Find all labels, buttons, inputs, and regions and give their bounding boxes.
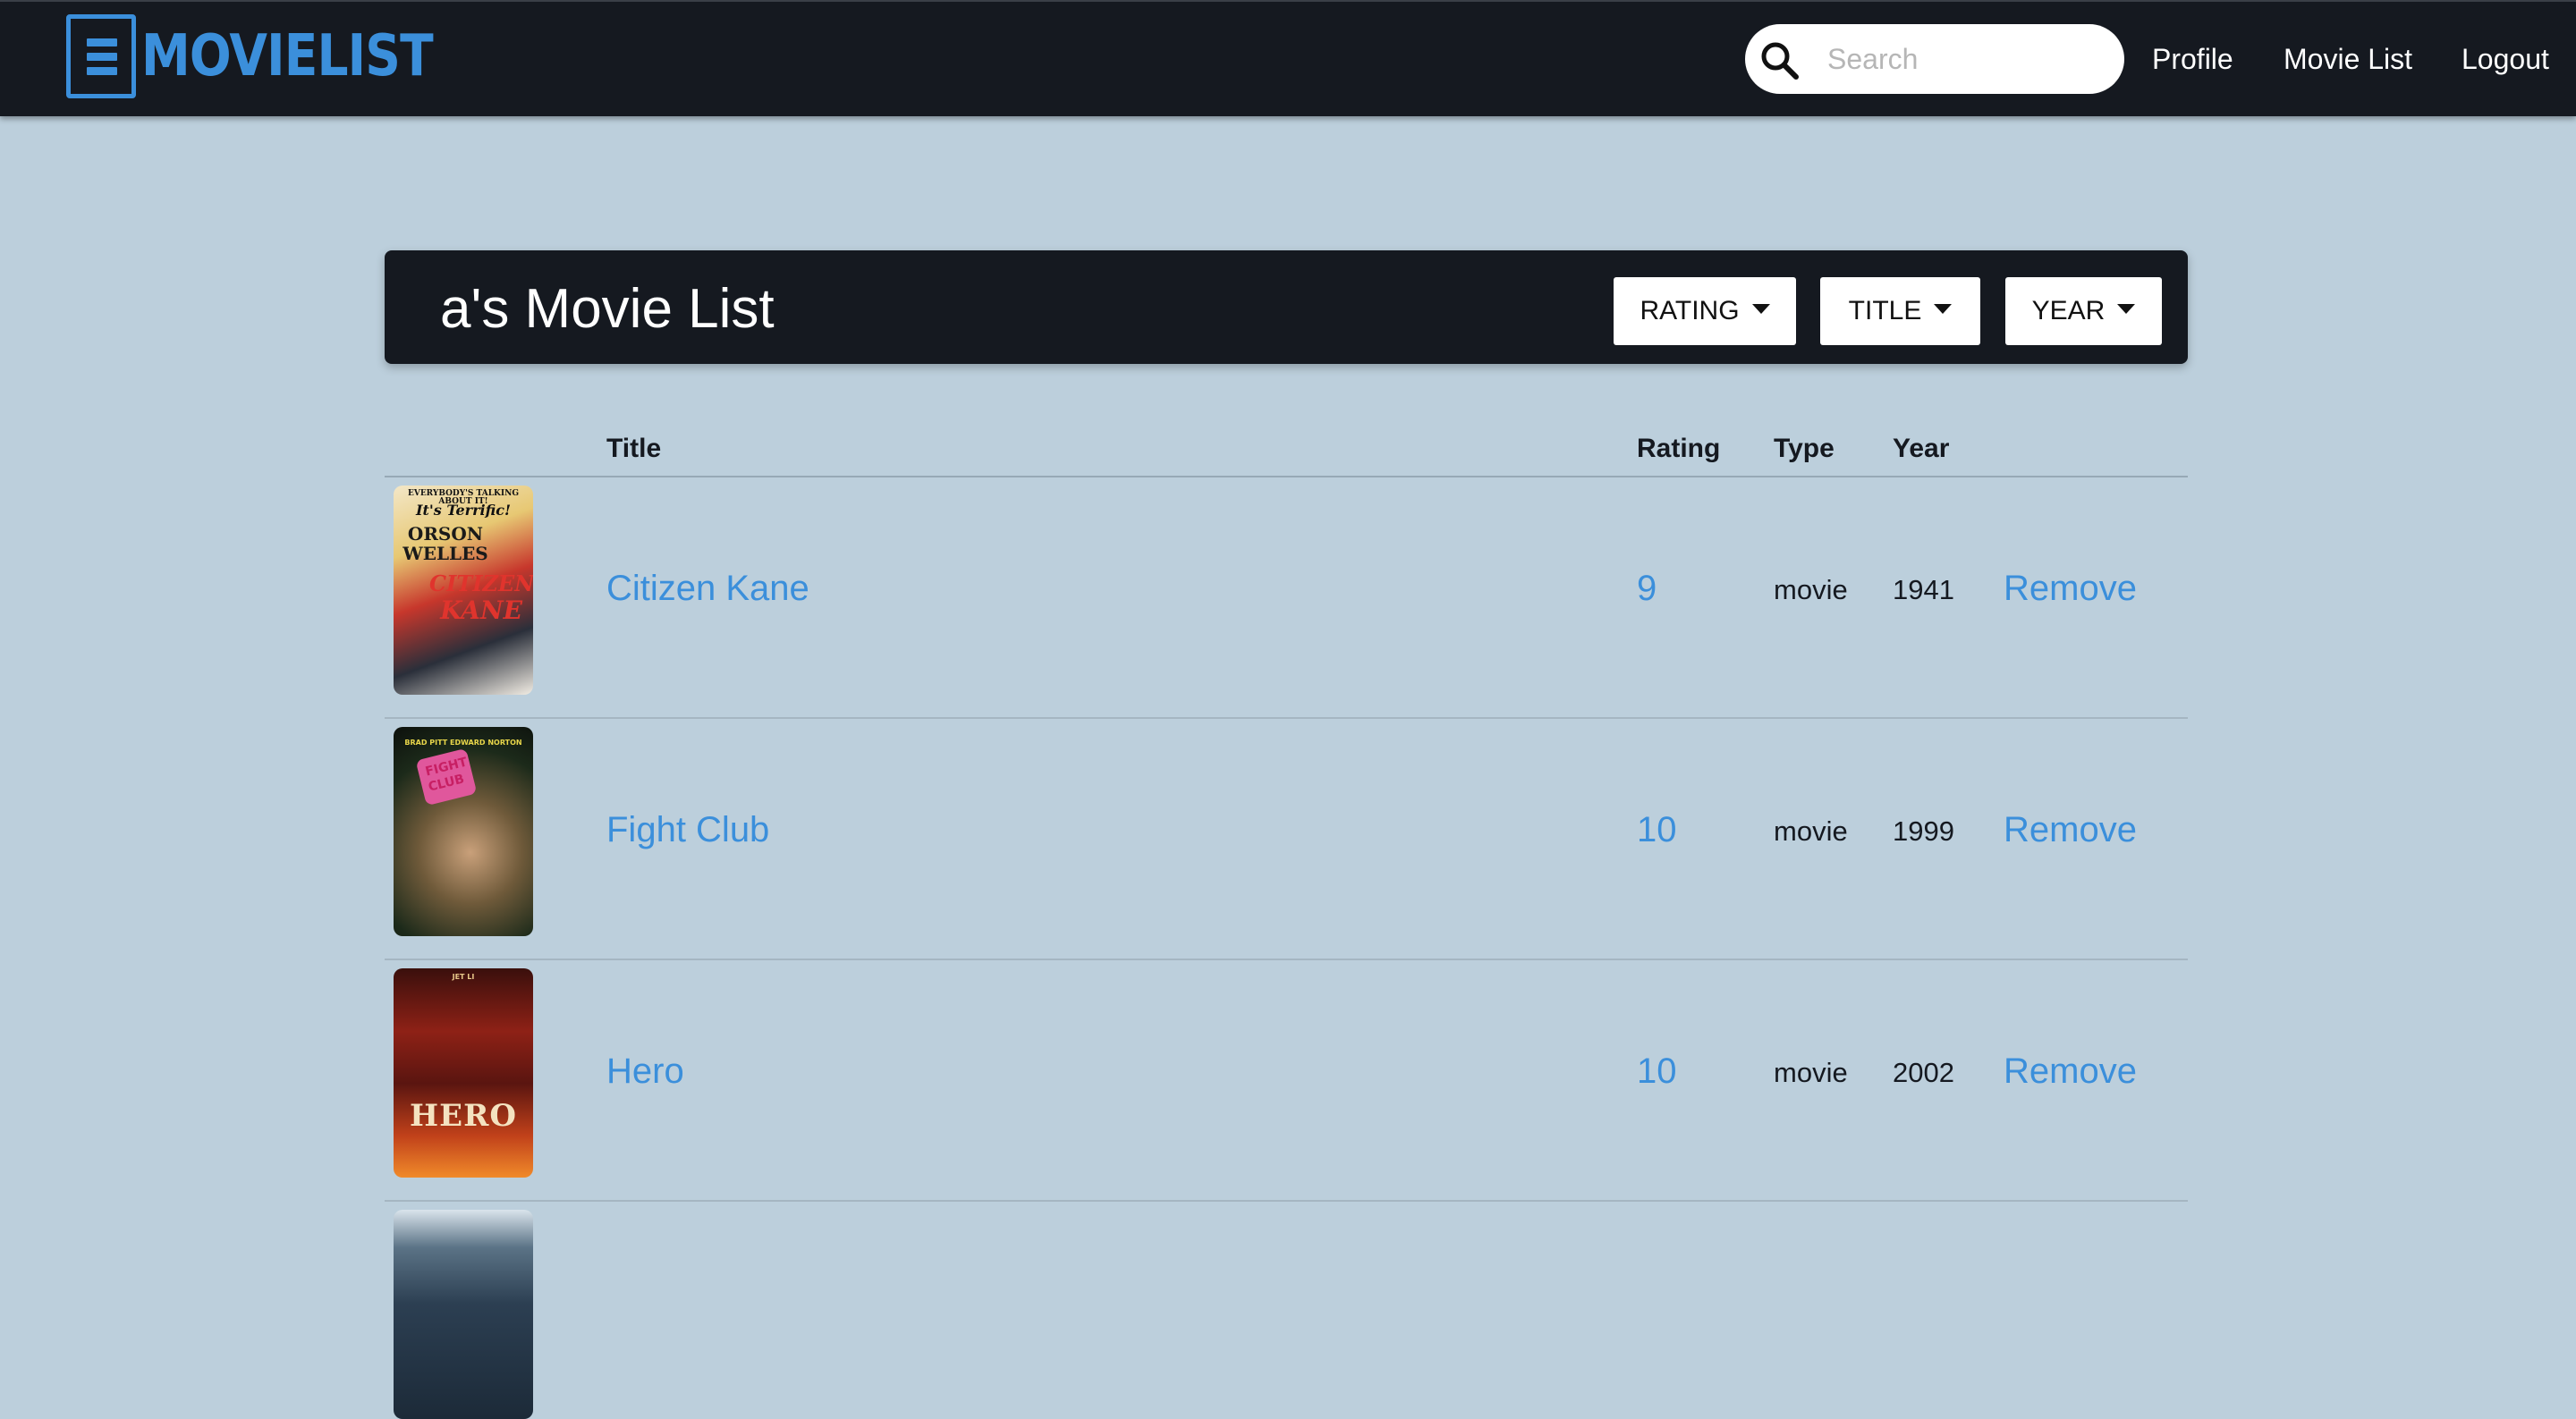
column-header-year[interactable]: Year	[1893, 433, 1949, 465]
brand-name: MOVIELIST	[141, 23, 434, 89]
movie-year: 1941	[1893, 574, 1954, 605]
movie-year: 1999	[1893, 815, 1954, 847]
movie-year: 2002	[1893, 1057, 1954, 1088]
movie-rating[interactable]: 9	[1637, 567, 1657, 610]
search-icon[interactable]	[1759, 40, 1801, 81]
caret-down-icon	[1934, 303, 1953, 314]
movie-rating[interactable]: 10	[1637, 808, 1677, 851]
nav-link-movie-list[interactable]: Movie List	[2284, 41, 2412, 77]
table-row: EVERYBODY'S TALKING ABOUT IT! It's Terri…	[385, 477, 2188, 719]
movie-rating[interactable]: 10	[1637, 1050, 1677, 1093]
table-row: JET LI HERO Hero 10 movie 2002 Remove	[385, 960, 2188, 1202]
movie-title-link[interactable]: Citizen Kane	[606, 567, 809, 610]
sort-year-label: YEAR	[2031, 296, 2106, 325]
page-title: a's Movie List	[440, 278, 775, 340]
sort-rating-label: RATING	[1640, 296, 1740, 325]
movie-poster[interactable]: EVERYBODY'S TALKING ABOUT IT! It's Terri…	[394, 486, 533, 695]
list-header: a's Movie List RATING TITLE YEAR	[385, 250, 2188, 364]
movie-title-link[interactable]: Fight Club	[606, 808, 769, 851]
table-row	[385, 1202, 2188, 1419]
sort-title-dropdown[interactable]: TITLE	[1820, 277, 1980, 345]
sort-rating-dropdown[interactable]: RATING	[1614, 277, 1796, 345]
search-input[interactable]	[1826, 37, 2103, 81]
movie-poster[interactable]: JET LI HERO	[394, 968, 533, 1178]
remove-button[interactable]: Remove	[2004, 808, 2137, 851]
movie-poster[interactable]: BRAD PITT EDWARD NORTON FIGHT CLUB	[394, 727, 533, 936]
movie-poster[interactable]	[394, 1210, 533, 1419]
movie-type: movie	[1774, 815, 1848, 847]
caret-down-icon	[2117, 303, 2136, 314]
top-navbar: MOVIELIST Profile Movie List Logout	[0, 0, 2576, 116]
column-header-type[interactable]: Type	[1774, 433, 1835, 465]
list-icon	[66, 14, 136, 98]
table-row: BRAD PITT EDWARD NORTON FIGHT CLUB Fight…	[385, 719, 2188, 960]
remove-button[interactable]: Remove	[2004, 1050, 2137, 1093]
sort-title-label: TITLE	[1848, 296, 1922, 325]
nav-link-logout[interactable]: Logout	[2462, 41, 2549, 77]
movie-title-link[interactable]: Hero	[606, 1050, 684, 1093]
search-box[interactable]	[1745, 24, 2124, 94]
column-header-title[interactable]: Title	[606, 433, 661, 465]
caret-down-icon	[1751, 303, 1770, 314]
nav-link-profile[interactable]: Profile	[2152, 41, 2233, 77]
remove-button[interactable]: Remove	[2004, 567, 2137, 610]
brand-logo[interactable]: MOVIELIST	[66, 14, 480, 98]
column-header-rating[interactable]: Rating	[1637, 433, 1720, 465]
sort-year-dropdown[interactable]: YEAR	[2005, 277, 2162, 345]
movie-type: movie	[1774, 574, 1848, 605]
movie-type: movie	[1774, 1057, 1848, 1088]
